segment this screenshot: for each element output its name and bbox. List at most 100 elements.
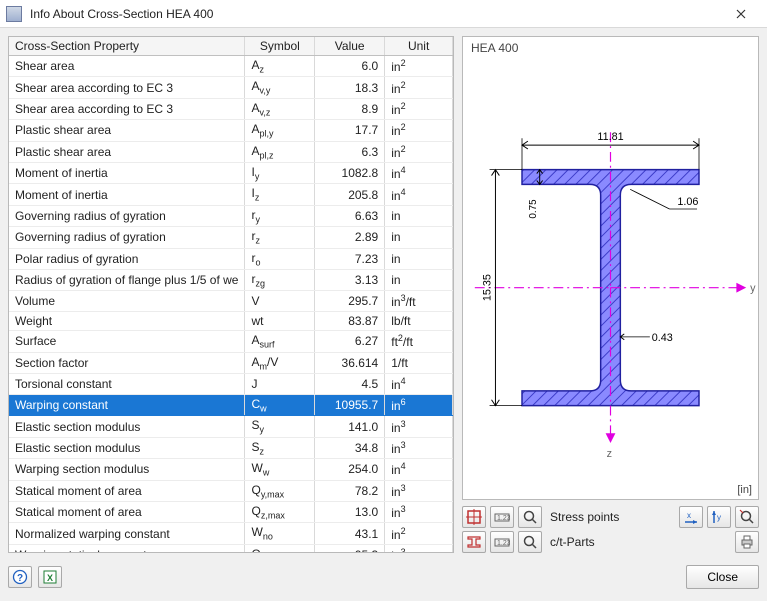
cell-unit: in (385, 227, 453, 248)
table-row[interactable]: Shear area according to EC 3Av,z8.9in2 (9, 98, 453, 119)
table-row[interactable]: Warping statical momentQw95.3in3 (9, 544, 453, 553)
window-close-button[interactable] (721, 0, 761, 28)
table-row[interactable]: Shear area according to EC 3Av,y18.3in2 (9, 77, 453, 98)
svg-text:11.81: 11.81 (597, 131, 623, 143)
zoom-button[interactable] (518, 506, 542, 528)
svg-text:1.23: 1.23 (497, 540, 510, 547)
cell-unit: in2 (385, 98, 453, 119)
svg-text:y: y (717, 513, 721, 522)
ibeam-button[interactable] (462, 531, 486, 553)
toolbar-label-ct: c/t-Parts (550, 535, 595, 549)
cell-unit: in3 (385, 544, 453, 553)
cell-property: Radius of gyration of flange plus 1/5 of… (9, 269, 245, 290)
cell-symbol: Asurf (245, 331, 315, 352)
table-row[interactable]: Section factorAm/V36.6141/ft (9, 352, 453, 373)
show-section-button[interactable] (462, 506, 486, 528)
cell-property: Elastic section modulus (9, 437, 245, 458)
values2-button[interactable]: 1.23 (490, 531, 514, 553)
table-row[interactable]: Warping section modulusWw254.0in4 (9, 459, 453, 480)
cell-property: Moment of inertia (9, 162, 245, 183)
section-preview-canvas[interactable]: HEA 400 y (462, 36, 759, 500)
table-row[interactable]: Governing radius of gyrationrz2.89in (9, 227, 453, 248)
table-row[interactable]: Elastic section modulusSz34.8in3 (9, 437, 453, 458)
col-symbol[interactable]: Symbol (245, 37, 315, 56)
cell-symbol: Ww (245, 459, 315, 480)
cell-symbol: Qy,max (245, 480, 315, 501)
cell-unit: in2 (385, 141, 453, 162)
help-button[interactable]: ? (8, 566, 32, 588)
cell-unit: in2 (385, 120, 453, 141)
cell-symbol: Wno (245, 523, 315, 544)
cell-value: 295.7 (315, 291, 385, 312)
svg-text:x: x (687, 511, 691, 520)
find-button[interactable] (735, 506, 759, 528)
table-row[interactable]: Weightwt83.87lb/ft (9, 312, 453, 331)
titlebar: Info About Cross-Section HEA 400 (0, 0, 767, 28)
cell-value: 6.0 (315, 56, 385, 77)
table-row[interactable]: Statical moment of areaQy,max78.2in3 (9, 480, 453, 501)
close-button[interactable]: Close (686, 565, 759, 589)
cell-value: 2.89 (315, 227, 385, 248)
print-button[interactable] (735, 531, 759, 553)
table-row[interactable]: Torsional constantJ4.5in4 (9, 374, 453, 395)
table-row[interactable]: Shear areaAz6.0in2 (9, 56, 453, 77)
cell-value: 6.3 (315, 141, 385, 162)
cell-symbol: Sy (245, 416, 315, 437)
cell-unit: in3 (385, 416, 453, 437)
cell-unit: in (385, 269, 453, 290)
table-row[interactable]: Plastic shear areaApl,z6.3in2 (9, 141, 453, 162)
cell-unit: in3 (385, 437, 453, 458)
cell-value: 141.0 (315, 416, 385, 437)
properties-table: Cross-Section Property Symbol Value Unit… (9, 37, 453, 553)
svg-text:?: ? (17, 573, 23, 584)
cell-property: Statical moment of area (9, 480, 245, 501)
client-area: Cross-Section Property Symbol Value Unit… (0, 28, 767, 601)
excel-export-button[interactable]: X (38, 566, 62, 588)
svg-text:0.43: 0.43 (652, 332, 673, 344)
table-row[interactable]: VolumeV295.7in3/ft (9, 291, 453, 312)
axes-x-button[interactable]: x (679, 506, 703, 528)
table-row[interactable]: Moment of inertiaIz205.8in4 (9, 184, 453, 205)
cell-unit: in3 (385, 480, 453, 501)
preview-toolbars: 1.23 Stress points x y 1.23 c/t-Parts (462, 506, 759, 553)
table-row[interactable]: Governing radius of gyrationry6.63in (9, 205, 453, 226)
cell-value: 43.1 (315, 523, 385, 544)
table-row[interactable]: Elastic section modulusSy141.0in3 (9, 416, 453, 437)
cell-unit: in (385, 205, 453, 226)
col-property[interactable]: Cross-Section Property (9, 37, 245, 56)
cell-symbol: ry (245, 205, 315, 226)
cell-property: Section factor (9, 352, 245, 373)
cell-symbol: Apl,y (245, 120, 315, 141)
cell-property: Elastic section modulus (9, 416, 245, 437)
cell-property: Shear area according to EC 3 (9, 77, 245, 98)
cell-value: 254.0 (315, 459, 385, 480)
cell-unit: in4 (385, 459, 453, 480)
table-row[interactable]: Warping constantCw10955.7in6 (9, 395, 453, 416)
col-unit[interactable]: Unit (385, 37, 453, 56)
cell-value: 205.8 (315, 184, 385, 205)
toolbar-row-stress-points: 1.23 Stress points x y (462, 506, 759, 528)
cell-symbol: Qw (245, 544, 315, 553)
cell-unit: in3/ft (385, 291, 453, 312)
axes-y-button[interactable]: y (707, 506, 731, 528)
cell-symbol: Iy (245, 162, 315, 183)
table-row[interactable]: Normalized warping constantWno43.1in2 (9, 523, 453, 544)
col-value[interactable]: Value (315, 37, 385, 56)
properties-table-panel[interactable]: Cross-Section Property Symbol Value Unit… (8, 36, 454, 553)
cell-symbol: V (245, 291, 315, 312)
cell-property: Shear area (9, 56, 245, 77)
cell-property: Torsional constant (9, 374, 245, 395)
cell-value: 1082.8 (315, 162, 385, 183)
table-row[interactable]: Moment of inertiaIy1082.8in4 (9, 162, 453, 183)
cell-property: Moment of inertia (9, 184, 245, 205)
table-row[interactable]: Radius of gyration of flange plus 1/5 of… (9, 269, 453, 290)
values-button[interactable]: 1.23 (490, 506, 514, 528)
table-row[interactable]: Plastic shear areaApl,y17.7in2 (9, 120, 453, 141)
cell-symbol: rzg (245, 269, 315, 290)
table-row[interactable]: Statical moment of areaQz,max13.0in3 (9, 502, 453, 523)
cell-unit: in3 (385, 502, 453, 523)
table-row[interactable]: SurfaceAsurf6.27ft2/ft (9, 331, 453, 352)
zoom2-button[interactable] (518, 531, 542, 553)
table-row[interactable]: Polar radius of gyrationro7.23in (9, 248, 453, 269)
cell-symbol: ro (245, 248, 315, 269)
